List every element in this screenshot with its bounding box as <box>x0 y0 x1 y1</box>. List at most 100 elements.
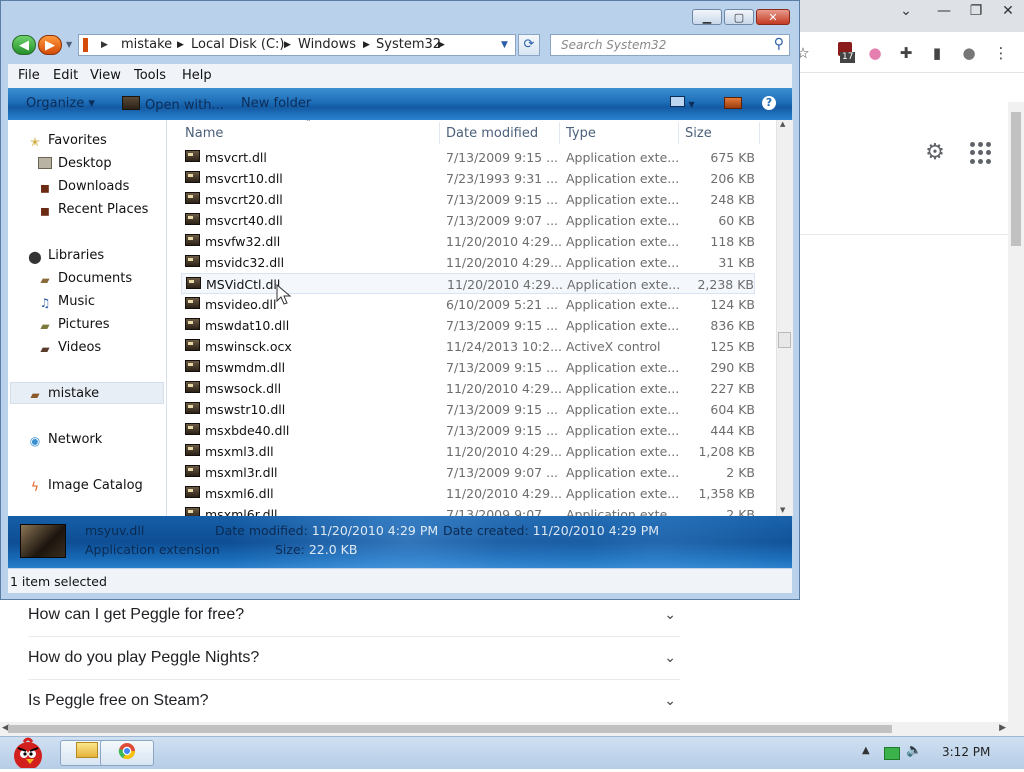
breadcrumb-arrow-icon[interactable]: ▶ <box>101 40 108 50</box>
side-panel-icon[interactable]: ▮ <box>926 42 948 64</box>
column-header-size[interactable]: Size <box>685 126 712 141</box>
volume-icon[interactable]: 🔈 <box>906 743 922 758</box>
google-apps-icon[interactable] <box>970 142 992 164</box>
help-icon[interactable]: ? <box>762 96 776 110</box>
open-with-button[interactable]: Open with... <box>122 96 224 113</box>
new-folder-button[interactable]: New folder <box>241 96 311 111</box>
account-icon[interactable]: ● <box>958 42 980 64</box>
nav-mistake[interactable]: ▰ mistake <box>28 386 99 402</box>
file-row[interactable]: msvcrt.dll 7/13/2009 9:15 ... Application … <box>181 147 755 168</box>
file-row[interactable]: mswstr10.dll 7/13/2009 9:15 ... Applicatio… <box>181 399 755 420</box>
taskbar-chrome-button[interactable] <box>100 740 154 766</box>
breadcrumb-local-disk[interactable]: Local Disk (C:) <box>191 37 284 52</box>
settings-gear-icon[interactable]: ⚙ <box>922 140 948 166</box>
breadcrumb-windows[interactable]: Windows <box>298 37 356 52</box>
search-box[interactable]: ⚲ <box>550 34 790 56</box>
menu-edit[interactable]: Edit <box>53 68 78 83</box>
breadcrumb-arrow-icon[interactable]: ▶ <box>363 40 370 50</box>
breadcrumb-system32[interactable]: System32 <box>376 37 441 52</box>
nav-videos[interactable]: ▰ Videos <box>38 340 101 356</box>
start-button[interactable] <box>4 736 48 770</box>
file-row[interactable]: msxml6.dll 11/20/2010 4:29... Application … <box>181 483 755 504</box>
file-row[interactable]: msvcrt20.dll 7/13/2009 9:15 ... Applicatio… <box>181 189 755 210</box>
nav-recent-places[interactable]: ◼ Recent Places <box>38 202 148 218</box>
recent-pages-chevron-icon[interactable]: ▼ <box>66 40 72 49</box>
nav-downloads[interactable]: ◼ Downloads <box>38 179 129 195</box>
file-row[interactable]: mswmdm.dll 7/13/2009 9:15 ... Application … <box>181 357 755 378</box>
address-dropdown-icon[interactable]: ▼ <box>501 40 508 50</box>
restore-browser-icon[interactable]: ❐ <box>960 0 992 24</box>
minimize-browser-icon[interactable]: — <box>928 0 960 24</box>
tray-network-icon[interactable] <box>884 747 900 760</box>
nav-pictures[interactable]: ▰ Pictures <box>38 317 109 333</box>
scroll-up-icon[interactable]: ▲ <box>780 120 785 128</box>
close-browser-icon[interactable]: ✕ <box>992 0 1024 24</box>
back-button[interactable]: ◀ <box>12 35 36 55</box>
search-icon[interactable]: ⚲ <box>774 36 784 52</box>
file-row[interactable]: msxml3r.dll 7/13/2009 9:07 ... Application… <box>181 462 755 483</box>
nav-music[interactable]: ♫ Music <box>38 294 95 310</box>
breadcrumb-arrow-icon[interactable]: ▶ <box>284 40 291 50</box>
column-separator[interactable] <box>678 122 679 144</box>
file-row[interactable]: mswdat10.dll 7/13/2009 9:15 ... Applicatio… <box>181 315 755 336</box>
scroll-down-icon[interactable]: ▼ <box>780 506 785 514</box>
nav-favorites[interactable]: ✭ Favorites <box>28 133 107 149</box>
close-button[interactable]: ✕ <box>756 9 790 25</box>
nav-documents[interactable]: ▰ Documents <box>38 271 132 287</box>
scrollbar-thumb[interactable] <box>8 725 892 733</box>
file-row[interactable]: msvcrt40.dll 7/13/2009 9:07 ... Applicatio… <box>181 210 755 231</box>
nav-image-catalog[interactable]: ϟ Image Catalog <box>28 478 143 494</box>
breadcrumb-arrow-icon[interactable]: ▶ <box>438 40 445 50</box>
file-row[interactable]: mswinsck.ocx 11/24/2013 10:2... ActiveX co… <box>181 336 755 357</box>
breadcrumb-mistake[interactable]: mistake <box>121 37 172 52</box>
column-separator[interactable] <box>439 122 440 144</box>
menu-help[interactable]: Help <box>182 68 212 83</box>
menu-dots-icon[interactable]: ⋮ <box>990 42 1012 64</box>
refresh-button[interactable]: ⟳ <box>518 34 540 56</box>
forward-button[interactable]: ▶ <box>38 35 62 55</box>
tab-search-icon[interactable]: ⌄ <box>890 0 922 24</box>
page-horizontal-scrollbar[interactable]: ◀ ▶ <box>0 722 1024 736</box>
file-row[interactable]: msxbde40.dll 7/13/2009 9:15 ... Applicatio… <box>181 420 755 441</box>
scroll-right-icon[interactable]: ▶ <box>999 723 1006 733</box>
column-header-type[interactable]: Type <box>566 126 596 141</box>
faq-item[interactable]: How do you play Peggle Nights? ⌄ <box>28 636 680 680</box>
column-header-date-modified[interactable]: Date modified <box>446 126 538 141</box>
column-header-name[interactable]: Name <box>185 126 223 141</box>
file-list-scrollbar[interactable]: ▲ ▼ <box>776 120 793 516</box>
file-row[interactable]: msxml3.dll 11/20/2010 4:29... Application … <box>181 441 755 462</box>
extension-badge-icon[interactable]: 17 <box>834 42 856 64</box>
page-vertical-scrollbar[interactable] <box>1008 102 1024 722</box>
file-row[interactable]: msvfw32.dll 11/20/2010 4:29... Application… <box>181 231 755 252</box>
breadcrumb-arrow-icon[interactable]: ▶ <box>177 40 184 50</box>
file-row[interactable]: msxml6r.dll 7/13/2009 9:07 ... Application… <box>181 504 755 516</box>
scrollbar-thumb[interactable] <box>778 332 791 348</box>
address-bar[interactable]: ▶ mistake ▶ Local Disk (C:) ▶ Windows ▶ … <box>78 34 516 56</box>
taskbar-clock[interactable]: 3:12 PM <box>942 745 990 759</box>
column-separator[interactable] <box>559 122 560 144</box>
column-separator[interactable] <box>759 122 760 144</box>
file-row[interactable]: msvideo.dll 6/10/2009 5:21 ... Application… <box>181 294 755 315</box>
organize-button[interactable]: Organize ▾ <box>26 96 95 111</box>
faq-item[interactable]: Is Peggle free on Steam? ⌄ <box>28 679 680 723</box>
preview-pane-button[interactable] <box>724 97 742 109</box>
menu-file[interactable]: File <box>18 68 40 83</box>
nav-desktop[interactable]: Desktop <box>38 156 112 171</box>
maximize-button[interactable]: ▢ <box>724 9 754 25</box>
profile-color-icon[interactable]: ● <box>864 42 886 64</box>
file-row[interactable]: mswsock.dll 11/20/2010 4:29... Application… <box>181 378 755 399</box>
minimize-button[interactable]: ▁ <box>692 9 722 25</box>
file-row[interactable]: MSVidCtl.dll 11/20/2010 4:29... Applicatio… <box>181 273 755 294</box>
file-row[interactable]: msvcrt10.dll 7/23/1993 9:31 ... Applicatio… <box>181 168 755 189</box>
file-row[interactable]: msvidc32.dll 11/20/2010 4:29... Applicatio… <box>181 252 755 273</box>
puzzle-icon[interactable]: ✚ <box>895 42 917 64</box>
menu-tools[interactable]: Tools <box>134 68 166 83</box>
tray-expand-icon[interactable]: ▲ <box>862 745 870 756</box>
nav-network[interactable]: ◉ Network <box>28 432 103 448</box>
change-view-button[interactable]: ▼ <box>670 96 704 110</box>
search-input[interactable] <box>559 37 763 53</box>
scrollbar-thumb[interactable] <box>1011 112 1021 246</box>
desktop-icon <box>38 157 52 169</box>
nav-libraries[interactable]: ⬤ Libraries <box>28 248 104 264</box>
menu-view[interactable]: View <box>90 68 121 83</box>
